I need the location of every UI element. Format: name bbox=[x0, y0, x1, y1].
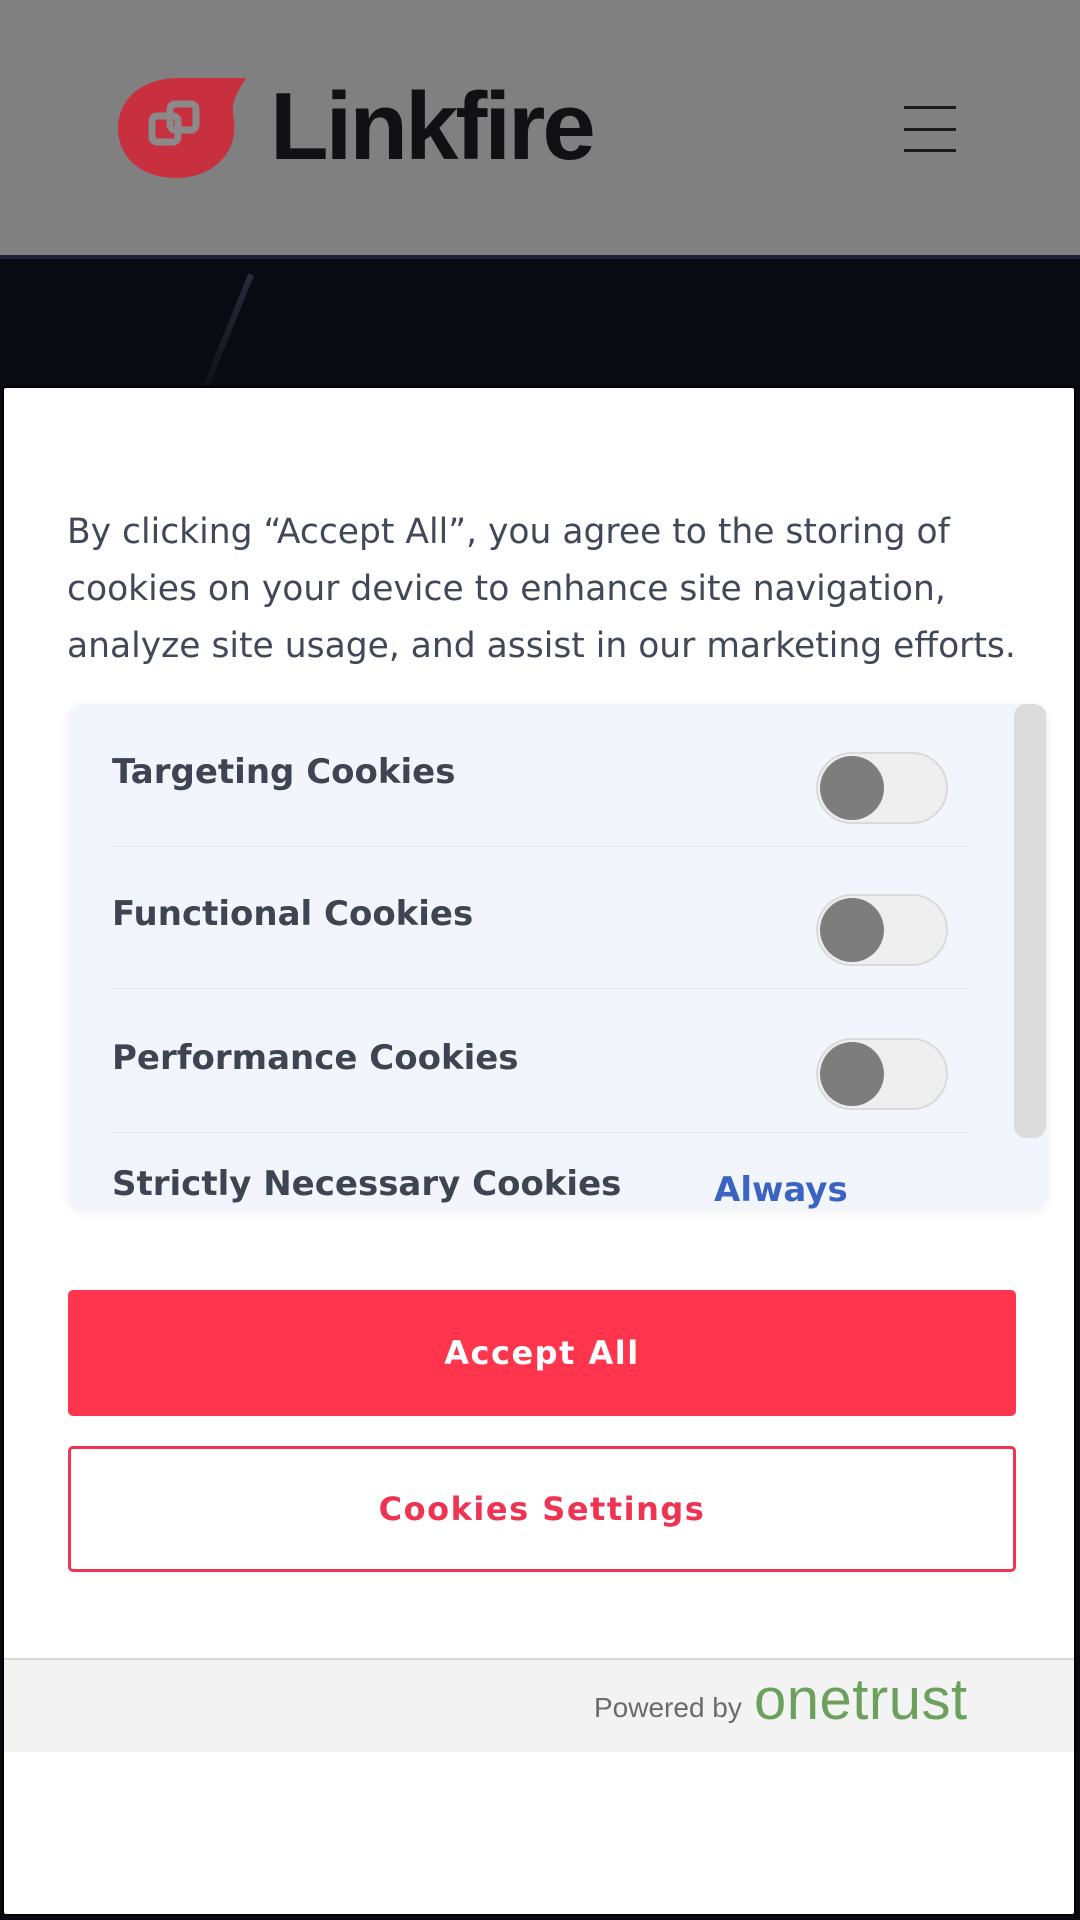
preference-row-performance: Performance Cookies bbox=[112, 990, 968, 1133]
cookie-notice-text: By clicking “Accept All”, you agree to t… bbox=[67, 512, 1016, 666]
cookies-settings-button[interactable]: Cookies Settings bbox=[68, 1446, 1016, 1572]
linkfire-logo[interactable]: Linkfire bbox=[118, 73, 596, 180]
hamburger-menu-icon[interactable] bbox=[904, 106, 956, 152]
toggle-knob bbox=[820, 1042, 884, 1106]
logo-wordmark: Linkfire bbox=[270, 73, 596, 180]
banner-footer: Powered by onetrust bbox=[4, 1658, 1074, 1752]
always-active-status: Always Active bbox=[714, 1170, 848, 1210]
functional-cookies-toggle[interactable] bbox=[816, 894, 948, 966]
accept-all-button[interactable]: Accept All bbox=[68, 1290, 1016, 1416]
toggle-knob bbox=[820, 898, 884, 962]
preferences-scrollbar[interactable] bbox=[1014, 704, 1046, 1138]
preference-label: Functional Cookies bbox=[112, 894, 474, 934]
preference-row-targeting: Targeting Cookies bbox=[112, 704, 968, 847]
cookie-preferences-list[interactable]: Targeting Cookies Functional Cookies Per… bbox=[68, 704, 1048, 1210]
preference-label: Performance Cookies bbox=[112, 1038, 519, 1078]
linkfire-logo-icon bbox=[118, 78, 246, 178]
performance-cookies-toggle[interactable] bbox=[816, 1038, 948, 1110]
onetrust-logo[interactable]: onetrust bbox=[754, 1666, 968, 1733]
site-header: Linkfire bbox=[0, 0, 1080, 255]
preference-row-strictly-necessary: Strictly Necessary Cookies Always Active bbox=[112, 1134, 968, 1210]
toggle-knob bbox=[820, 756, 884, 820]
preference-label: Strictly Necessary Cookies bbox=[112, 1164, 622, 1204]
preference-label: Targeting Cookies bbox=[112, 752, 456, 792]
targeting-cookies-toggle[interactable] bbox=[816, 752, 948, 824]
powered-by-label: Powered by bbox=[594, 1692, 742, 1723]
cookie-consent-banner: By clicking “Accept All”, you agree to t… bbox=[2, 386, 1076, 1916]
preference-row-functional: Functional Cookies bbox=[112, 846, 968, 989]
